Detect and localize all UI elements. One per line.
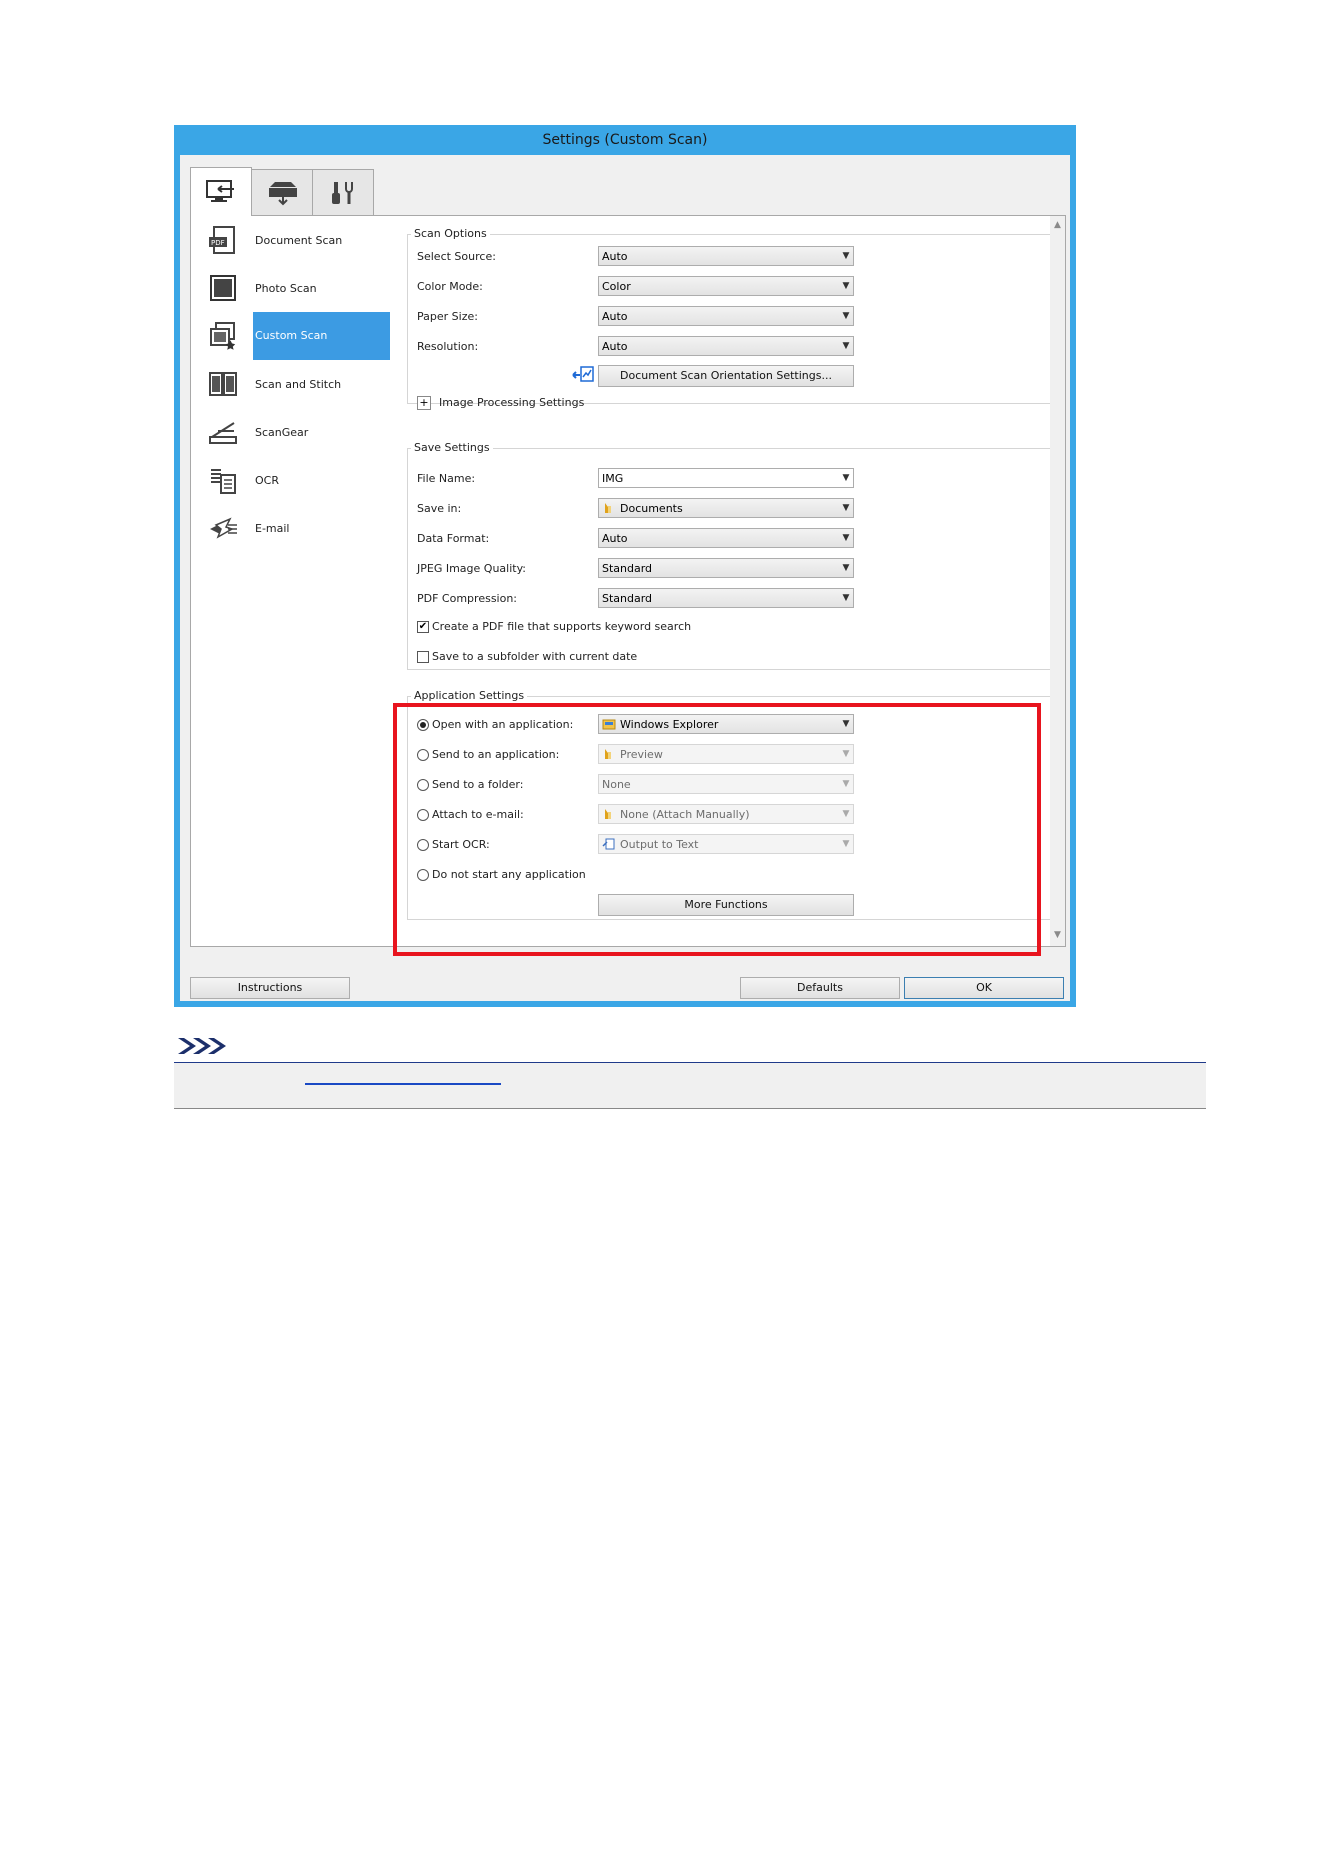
color-mode-label: Color Mode: [417, 280, 483, 293]
folder-icon [605, 503, 611, 513]
pdf-document-icon: PDF [205, 222, 241, 258]
sidebar-item-document-scan[interactable]: PDF Document Scan [191, 216, 396, 264]
defaults-button[interactable]: Defaults [740, 977, 900, 999]
email-icon [205, 510, 241, 546]
jpeg-quality-dropdown[interactable]: Standard ▼ [598, 558, 854, 578]
photo-icon [205, 270, 241, 306]
scan-type-sidebar: PDF Document Scan Photo Scan Custom Scan [190, 215, 397, 947]
tab-general-settings[interactable] [312, 169, 374, 216]
sidebar-item-photo-scan[interactable]: Photo Scan [191, 264, 396, 312]
chevron-down-icon: ▼ [842, 473, 850, 483]
note-body [174, 1063, 1206, 1108]
chevron-down-icon: ▼ [842, 503, 850, 513]
paper-size-label: Paper Size: [417, 310, 478, 323]
stitch-icon [205, 366, 241, 402]
data-format-dropdown[interactable]: Auto ▼ [598, 528, 854, 548]
application-settings-highlight [393, 703, 1041, 956]
pdf-compression-dropdown[interactable]: Standard ▼ [598, 588, 854, 608]
general-settings-icon [332, 182, 353, 204]
expand-image-processing-button[interactable]: + [417, 396, 431, 410]
pdf-compression-label: PDF Compression: [417, 592, 518, 605]
chevron-down-icon: ▼ [842, 341, 850, 351]
sidebar-item-label: Document Scan [255, 233, 343, 247]
paper-size-dropdown[interactable]: Auto ▼ [598, 306, 854, 326]
note-bottom-rule [174, 1108, 1206, 1109]
ok-button[interactable]: OK [904, 977, 1064, 999]
sidebar-item-label: Custom Scan [253, 312, 390, 360]
save-settings-title: Save Settings [411, 441, 493, 454]
sidebar-item-scangear[interactable]: ScanGear [191, 408, 396, 456]
select-source-dropdown[interactable]: Auto ▼ [598, 246, 854, 266]
data-format-label: Data Format: [417, 532, 490, 545]
settings-scrollbar[interactable]: ▲ ▼ [1050, 216, 1065, 946]
chevron-down-icon: ▼ [842, 251, 850, 261]
tab-scan-from-panel[interactable] [251, 169, 313, 216]
window-title: Settings (Custom Scan) [542, 132, 708, 148]
scan-from-panel-icon [269, 182, 297, 206]
keyword-search-option[interactable]: ✔ Create a PDF file that supports keywor… [417, 620, 691, 633]
file-name-label: File Name: [417, 472, 476, 485]
scroll-up-icon[interactable]: ▲ [1050, 218, 1065, 233]
sidebar-item-scan-and-stitch[interactable]: Scan and Stitch [191, 360, 396, 408]
subfolder-option[interactable]: Save to a subfolder with current date [417, 650, 637, 663]
resolution-dropdown[interactable]: Auto ▼ [598, 336, 854, 356]
sidebar-item-custom-scan[interactable]: Custom Scan [191, 312, 396, 360]
image-processing-label: Image Processing Settings [439, 396, 585, 409]
ocr-icon [205, 462, 241, 498]
scan-options-title: Scan Options [411, 227, 490, 240]
orientation-settings-button[interactable]: Document Scan Orientation Settings... [598, 365, 854, 387]
subfolder-checkbox[interactable] [417, 650, 429, 663]
keyword-search-label: Create a PDF file that supports keyword … [432, 620, 692, 633]
sidebar-item-label: E-mail [255, 521, 290, 535]
sidebar-item-label: Photo Scan [255, 281, 317, 295]
orientation-preview-icon [572, 365, 594, 383]
scroll-down-icon[interactable]: ▼ [1050, 928, 1065, 943]
note-link[interactable] [305, 1083, 501, 1085]
note-chevrons-icon [176, 1037, 232, 1055]
save-in-label: Save in: [417, 502, 462, 515]
chevron-down-icon: ▼ [842, 533, 850, 543]
save-in-dropdown[interactable]: Documents ▼ [598, 498, 854, 518]
svg-text:PDF: PDF [211, 239, 225, 247]
sidebar-item-email[interactable]: E-mail [191, 504, 396, 552]
chevron-down-icon: ▼ [842, 563, 850, 573]
sidebar-item-label: Scan and Stitch [255, 377, 342, 391]
chevron-down-icon: ▼ [842, 311, 850, 321]
sidebar-item-ocr[interactable]: OCR [191, 456, 396, 504]
sidebar-item-label: OCR [255, 473, 279, 487]
color-mode-dropdown[interactable]: Color ▼ [598, 276, 854, 296]
tab-scan-from-computer[interactable] [190, 167, 252, 216]
subfolder-label: Save to a subfolder with current date [432, 650, 638, 663]
chevron-down-icon: ▼ [842, 281, 850, 291]
sidebar-item-label: ScanGear [255, 425, 309, 439]
file-name-combobox[interactable]: IMG ▼ [598, 468, 854, 488]
chevron-down-icon: ▼ [842, 593, 850, 603]
scanner-icon [205, 414, 241, 450]
scan-from-computer-icon [206, 180, 234, 202]
keyword-search-checkbox[interactable]: ✔ [417, 620, 429, 633]
application-settings-title: Application Settings [411, 689, 528, 702]
instructions-button[interactable]: Instructions [190, 977, 350, 999]
resolution-label: Resolution: [417, 340, 479, 353]
select-source-label: Select Source: [417, 250, 496, 263]
jpeg-quality-label: JPEG Image Quality: [417, 562, 527, 575]
custom-scan-icon [205, 318, 241, 354]
